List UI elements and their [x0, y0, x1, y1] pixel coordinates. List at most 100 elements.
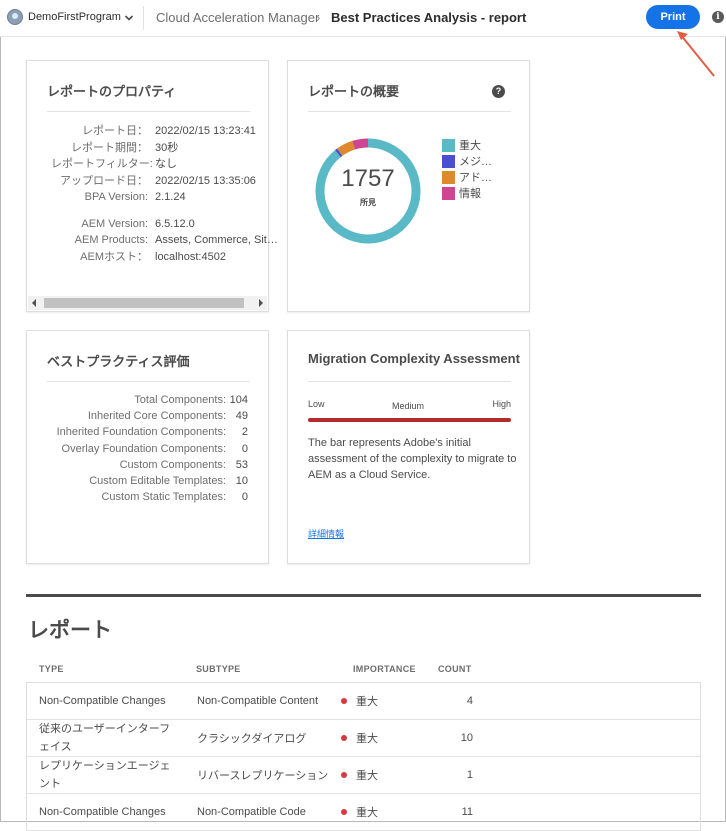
- report-properties-card: レポートのプロパティ レポート日： 2022/02/15 13:23:41 レポー…: [26, 60, 278, 312]
- cell-importance: 重大: [341, 794, 378, 830]
- page-title: Best Practices Analysis - report: [331, 10, 527, 25]
- divider: [47, 381, 250, 382]
- metric-label: Inherited Foundation Components:: [56, 426, 226, 439]
- severity-dot-icon: [341, 772, 347, 778]
- table-row[interactable]: 従来のユーザーインターフェイス クラシックダイアログ 重大 10: [27, 720, 700, 757]
- table-row[interactable]: Non-Compatible Changes Non-Compatible Co…: [27, 794, 700, 831]
- cell-subtype: リバースレプリケーション: [197, 770, 329, 782]
- horizontal-scrollbar[interactable]: [28, 296, 267, 310]
- divider: [143, 6, 144, 30]
- severity-dot-icon: [341, 698, 347, 704]
- cell-type: Non-Compatible Changes: [39, 695, 166, 707]
- table-row[interactable]: レプリケーションエージェント リバースレプリケーション 重大 1: [27, 757, 700, 794]
- importance-label: 重大: [356, 807, 378, 819]
- legend-swatch: [442, 170, 455, 184]
- column-header-importance[interactable]: IMPORTANCE: [353, 664, 416, 674]
- metric-value: 2: [241, 426, 248, 439]
- donut-segment[interactable]: [337, 140, 356, 156]
- metric-row: Inherited Core Components: 49: [47, 408, 248, 424]
- table-row[interactable]: Non-Compatible Changes Non-Compatible Co…: [27, 683, 700, 720]
- importance-label: 重大: [356, 733, 378, 745]
- property-label: レポートフィルター:: [51, 158, 153, 170]
- metric-value: 10: [235, 475, 248, 488]
- column-header-count[interactable]: COUNT: [438, 664, 472, 674]
- metric-row: Custom Editable Templates: 10: [47, 473, 248, 489]
- complexity-bar: [308, 418, 511, 422]
- legend-item: アド…: [442, 169, 492, 185]
- metric-label: Inherited Core Components:: [87, 410, 226, 423]
- program-selector[interactable]: DemoFirstProgram: [28, 11, 121, 23]
- metric-row: Custom Components: 53: [47, 457, 248, 473]
- divider: [47, 111, 250, 112]
- cell-type: Non-Compatible Changes: [39, 806, 166, 818]
- complexity-description: The bar represents Adobe's initial asses…: [308, 437, 517, 482]
- card-title: レポートの概要: [308, 84, 400, 99]
- cell-importance: 重大: [341, 720, 378, 756]
- property-row: レポート期間： 30秒: [51, 140, 278, 157]
- program-avatar-icon[interactable]: [7, 9, 23, 25]
- metric-value: 53: [235, 458, 248, 471]
- breadcrumb-root[interactable]: Cloud Acceleration Manager: [156, 10, 319, 25]
- metric-label: Custom Components:: [119, 458, 226, 471]
- metric-label: Custom Static Templates:: [101, 491, 226, 504]
- property-label: アップロード日：: [60, 174, 148, 187]
- property-label: BPA Version:: [84, 191, 148, 203]
- section-divider: [26, 594, 701, 597]
- properties-list: レポート日： 2022/02/15 13:23:41 レポート期間： 30秒 レポー…: [51, 123, 278, 265]
- property-value: 30秒: [155, 141, 179, 154]
- column-header-type[interactable]: TYPE: [39, 664, 64, 674]
- findings-caption: 所見: [360, 198, 376, 207]
- legend-item: 重大: [442, 137, 492, 153]
- cell-count: 11: [461, 806, 473, 818]
- card-title: Migration Complexity Assessment: [308, 351, 520, 366]
- property-row: AEMホスト： localhost:4502: [51, 249, 278, 266]
- scroll-right-icon[interactable]: [259, 299, 263, 307]
- chevron-down-icon[interactable]: [124, 13, 134, 23]
- metric-value: 0: [241, 442, 248, 455]
- findings-total: 1757: [341, 165, 395, 192]
- property-label: AEM Version:: [81, 217, 148, 230]
- scroll-left-icon[interactable]: [32, 299, 36, 307]
- importance-label: 重大: [356, 770, 378, 782]
- severity-dot-icon: [341, 735, 347, 741]
- top-bar: DemoFirstProgram Cloud Acceleration Mana…: [0, 0, 726, 37]
- print-button[interactable]: Print: [646, 5, 700, 29]
- report-overview-card: レポートの概要 ? 1757 所見 重大 メジ… アド… 情報: [287, 60, 530, 312]
- metric-value: 49: [235, 410, 248, 423]
- severity-dot-icon: [341, 809, 347, 815]
- metric-value: 104: [229, 394, 248, 406]
- info-icon[interactable]: i: [712, 11, 724, 23]
- donut-segment[interactable]: [352, 138, 369, 150]
- scale-high-label: High: [492, 399, 511, 409]
- card-title: レポートのプロパティ: [47, 84, 177, 99]
- legend-swatch: [442, 186, 455, 200]
- property-label: AEM Products:: [74, 234, 148, 246]
- divider: [308, 111, 511, 112]
- property-label: レポート期間：: [71, 141, 148, 154]
- property-value: 2022/02/15 13:23:41: [155, 125, 256, 137]
- cell-subtype: Non-Compatible Content: [197, 695, 319, 707]
- cell-type: 従来のユーザーインターフェイス: [39, 723, 171, 753]
- more-info-link[interactable]: 詳細情報: [308, 527, 344, 540]
- annotation-arrow-icon: [677, 31, 715, 77]
- cell-subtype: クラシックダイアログ: [197, 733, 307, 745]
- property-label: レポート日：: [82, 125, 148, 137]
- legend-swatch: [442, 138, 455, 152]
- legend-label: 重大: [459, 140, 481, 152]
- column-header-subtype[interactable]: SUBTYPE: [196, 664, 241, 674]
- legend-label: 情報: [459, 188, 481, 200]
- scale-medium-label: Medium: [392, 401, 425, 411]
- cell-importance: 重大: [341, 757, 378, 793]
- property-value: 2.1.24: [155, 191, 186, 203]
- cell-count: 1: [466, 769, 473, 781]
- cell-importance: 重大: [341, 683, 378, 719]
- donut-segment[interactable]: [335, 148, 343, 158]
- divider: [308, 381, 511, 382]
- property-row: レポートフィルター: なし: [51, 156, 278, 173]
- scrollbar-thumb[interactable]: [44, 298, 244, 308]
- metric-row: Overlay Foundation Components: 0: [47, 441, 248, 457]
- property-row: アップロード日： 2022/02/15 13:35:06: [51, 173, 278, 190]
- metric-row: Inherited Foundation Components: 2: [47, 424, 248, 440]
- help-icon[interactable]: ?: [492, 85, 505, 98]
- metric-row: Total Components: 104: [47, 392, 248, 408]
